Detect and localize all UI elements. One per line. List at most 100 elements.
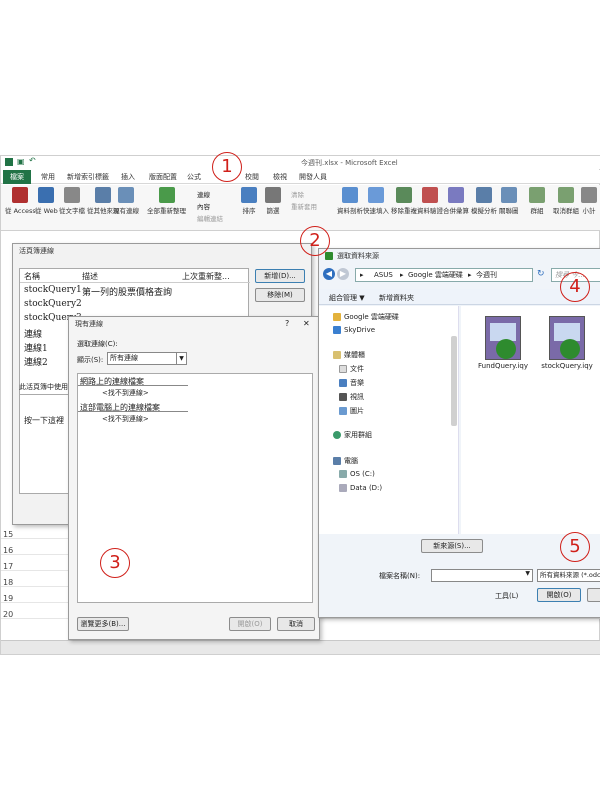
connections-link[interactable]: 連線: [197, 189, 210, 199]
ungroup-button[interactable]: 取消群組: [553, 187, 579, 215]
nav-item-homegroup[interactable]: 家用群組: [333, 430, 372, 440]
file-name: FundQuery.iqy: [478, 362, 528, 370]
col-last-header[interactable]: 上次重新整...: [182, 271, 230, 282]
nav-item-music[interactable]: 音樂: [339, 378, 364, 388]
col-desc-header[interactable]: 描述: [82, 271, 98, 282]
nav-item-documents[interactable]: 文件: [339, 364, 364, 374]
open-button[interactable]: 開啟(O): [229, 617, 271, 631]
remove-duplicates-icon: [396, 187, 412, 203]
from-text-button[interactable]: 從文字檔: [59, 187, 85, 215]
select-connection-label: 選取連線(C):: [77, 340, 118, 348]
tab-formulas[interactable]: 公式: [187, 172, 201, 182]
consolidate-button[interactable]: 合併彙算: [443, 187, 469, 215]
properties-link[interactable]: 內容: [197, 201, 210, 211]
browse-more-button[interactable]: 瀏覽更多(B)...: [77, 617, 129, 631]
data-validation-button[interactable]: 資料驗證: [417, 187, 443, 215]
sort-button[interactable]: 排序: [241, 187, 257, 215]
back-icon[interactable]: ◀: [323, 268, 335, 280]
row-number[interactable]: 17: [3, 562, 19, 571]
consolidate-icon: [448, 187, 464, 203]
text-to-columns-button[interactable]: 資料剖析: [337, 187, 363, 215]
edit-links-link[interactable]: 編輯連結: [197, 213, 223, 223]
flash-fill-button[interactable]: 快速填入: [363, 187, 389, 215]
table-row[interactable]: 連線1: [24, 341, 48, 354]
breadcrumb[interactable]: ▸ ASUS ▸ Google 雲端硬碟 ▸ 今週刊: [355, 268, 533, 282]
refresh-icon[interactable]: ↻: [537, 269, 545, 279]
relationships-button[interactable]: 關聯圖: [499, 187, 519, 215]
file-item[interactable]: FundQuery.iqy: [473, 316, 533, 370]
row-number[interactable]: 16: [3, 546, 19, 555]
cancel-button[interactable]: 取消: [277, 617, 315, 631]
excel-logo-icon: [5, 158, 13, 166]
existing-connections-button[interactable]: 現有連線: [113, 187, 139, 215]
validation-icon: [422, 187, 438, 203]
forward-icon[interactable]: ▶: [337, 268, 349, 280]
row-number[interactable]: 15: [3, 530, 19, 539]
dialog-title: 活頁簿連線: [19, 247, 54, 255]
col-name-header[interactable]: 名稱: [24, 271, 40, 282]
remove-connection-button[interactable]: 移除(M): [255, 288, 305, 302]
close-icon[interactable]: ✕: [303, 319, 310, 328]
nav-scrollbar[interactable]: [451, 336, 457, 426]
nav-item-data-d[interactable]: Data (D:): [339, 484, 382, 492]
table-row[interactable]: stockQuery2: [24, 299, 82, 309]
divider: [78, 385, 188, 386]
subtotal-button[interactable]: 小計: [581, 187, 597, 215]
filter-icon: [265, 187, 281, 203]
group-button[interactable]: 群組: [529, 187, 545, 215]
click-here-text[interactable]: 按一下這裡: [24, 415, 64, 426]
group-icon: [529, 187, 545, 203]
filter-button[interactable]: 篩選: [265, 187, 281, 215]
tab-home[interactable]: 常用: [41, 172, 55, 182]
excel-title-bar: ▣ ↶ 今週刊.xlsx - Microsoft Excel: [1, 156, 600, 169]
from-access-button[interactable]: 從 Access: [5, 187, 36, 215]
what-if-button[interactable]: 模擬分析: [471, 187, 497, 215]
reapply-link[interactable]: 重新套用: [291, 201, 317, 211]
cancel-button[interactable]: [587, 588, 600, 602]
new-source-button[interactable]: 新來源(S)...: [421, 539, 483, 553]
clear-link[interactable]: 清除: [291, 189, 304, 199]
row-number[interactable]: 19: [3, 594, 19, 603]
breadcrumb-item[interactable]: ASUS: [374, 269, 393, 281]
file-item[interactable]: stockQuery.iqy: [537, 316, 597, 370]
remove-duplicates-button[interactable]: 移除重複: [391, 187, 417, 215]
nav-item-videos[interactable]: 視訊: [339, 392, 364, 402]
tab-insert[interactable]: 插入: [121, 172, 135, 182]
filetype-select[interactable]: 所有資料來源 (*.odc;: [537, 569, 600, 582]
tab-new-index[interactable]: 新增索引標籤: [67, 172, 109, 182]
not-found-text: <找不到連線>: [102, 415, 149, 423]
tab-page-layout[interactable]: 版面配置: [149, 172, 177, 182]
breadcrumb-item[interactable]: 今週刊: [476, 269, 497, 281]
undo-icon[interactable]: ↶: [29, 156, 36, 165]
refresh-all-button[interactable]: 全部重新整理: [147, 187, 186, 215]
nav-item-os-c[interactable]: OS (C:): [339, 470, 375, 478]
nav-item-pictures[interactable]: 圖片: [339, 406, 364, 416]
subtotal-icon: [581, 187, 597, 203]
tab-file[interactable]: 檔案: [3, 170, 31, 184]
show-select[interactable]: 所有連線 ▼: [107, 352, 187, 365]
save-icon[interactable]: ▣: [17, 157, 25, 166]
open-button[interactable]: 開啟(O): [537, 588, 581, 602]
tab-review[interactable]: 校閱: [245, 172, 259, 182]
breadcrumb-item[interactable]: Google 雲端硬碟: [408, 269, 463, 281]
new-folder-button[interactable]: 新增資料夾: [379, 293, 414, 303]
row-number[interactable]: 20: [3, 610, 19, 619]
add-connection-button[interactable]: 新增(D)...: [255, 269, 305, 283]
nav-item-google-drive[interactable]: Google 雲端硬碟: [333, 312, 399, 322]
nav-item-computer[interactable]: 電腦: [333, 456, 358, 466]
nav-item-skydrive[interactable]: SkyDrive: [333, 326, 375, 334]
table-row[interactable]: 連線2: [24, 355, 48, 368]
dialog-title: 現有連線: [75, 320, 103, 328]
row-number[interactable]: 18: [3, 578, 19, 587]
tools-menu[interactable]: 工具(L): [495, 591, 518, 601]
organize-button[interactable]: 組合管理 ▼: [329, 293, 365, 303]
web-icon: [38, 187, 55, 203]
tab-view[interactable]: 檢視: [273, 172, 287, 182]
from-web-button[interactable]: 從 Web: [35, 187, 58, 215]
table-row[interactable]: stockQuery1: [24, 285, 82, 295]
help-icon[interactable]: ?: [285, 319, 289, 328]
filename-input[interactable]: ▼: [431, 569, 533, 582]
tab-developer[interactable]: 開發人員: [299, 172, 327, 182]
nav-item-libraries[interactable]: 媒體櫃: [333, 350, 365, 360]
table-row[interactable]: 連線: [24, 327, 42, 340]
